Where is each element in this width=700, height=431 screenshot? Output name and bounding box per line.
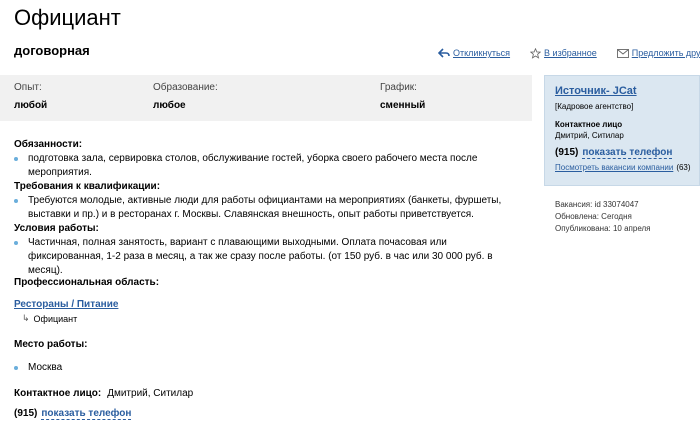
professional-area-link[interactable]: Рестораны / Питание <box>14 299 118 310</box>
vacancy-actions: Откликнуться В избранное Предложить друг… <box>438 46 700 60</box>
vacancy-info: Вакансия: id 33074047 Обновлена: Сегодня… <box>555 199 651 235</box>
duties-heading: Обязанности: <box>14 139 83 150</box>
requirements-heading: Требования к квалификации: <box>14 181 161 192</box>
favorite-button[interactable]: В избранное <box>530 47 597 59</box>
list-item: Требуются молодые, активные люди для раб… <box>14 194 524 222</box>
share-label: Предложить другу <box>631 48 700 58</box>
card-contact-name: Дмитрий, Ситилар <box>555 131 624 140</box>
bullet-icon <box>14 366 18 370</box>
card-phone: (915) показать телефон <box>555 147 673 159</box>
page-title: Официант <box>14 5 121 30</box>
star-icon <box>530 47 542 59</box>
conditions-heading: Условия работы: <box>14 223 99 234</box>
envelope-icon <box>616 48 629 58</box>
reply-arrow-icon <box>438 48 450 58</box>
list-item: Москва <box>14 361 214 375</box>
education-value: любое <box>153 100 186 111</box>
card-contact-label: Контактное лицо <box>555 120 623 129</box>
bullet-icon <box>14 157 18 161</box>
contact-person: Контактное лицо: Дмитрий, Ситилар <box>14 388 193 399</box>
card-show-phone-link[interactable]: показать телефон <box>582 147 673 159</box>
vacancy-meta: Опыт: любой Образование: любое График: с… <box>0 75 532 121</box>
professional-area-heading: Профессиональная область: <box>14 277 160 288</box>
employer-name-link[interactable]: Источник- JCat <box>555 85 637 97</box>
schedule-label: График: <box>380 82 417 93</box>
card-vacancies: Посмотреть вакансии компании (63) <box>555 163 691 172</box>
favorite-label: В избранное <box>544 48 597 58</box>
updated-date: Обновлена: Сегодня <box>555 212 632 221</box>
show-phone-link[interactable]: показать телефон <box>41 408 132 420</box>
card-phone-code: (915) <box>555 147 579 158</box>
duty-text: подготовка зала, сервировка столов, обсл… <box>28 153 478 178</box>
experience-value: любой <box>14 100 48 111</box>
contact-name: Дмитрий, Ситилар <box>107 388 194 399</box>
phone-code: (915) <box>14 408 38 419</box>
requirement-text: Требуются молодые, активные люди для раб… <box>28 195 502 220</box>
respond-button[interactable]: Откликнуться <box>438 48 510 58</box>
bullet-icon <box>14 241 18 245</box>
condition-text: Частичная, полная занятость, вариант с п… <box>28 237 493 276</box>
contact-phone: (915) показать телефон <box>14 408 132 420</box>
employer-type: [Кадровое агентство] <box>555 102 634 111</box>
education-label: Образование: <box>153 82 218 93</box>
contact-label: Контактное лицо: <box>14 388 102 399</box>
employer-card: Источник- JCat [Кадровое агентство] Конт… <box>544 75 700 186</box>
experience-label: Опыт: <box>14 82 42 93</box>
list-item: Частичная, полная занятость, вариант с п… <box>14 236 524 278</box>
vacancy-id: Вакансия: id 33074047 <box>555 200 639 209</box>
share-button[interactable]: Предложить другу <box>616 48 700 58</box>
city-text: Москва <box>28 362 63 373</box>
return-arrow-icon: ↳ <box>22 313 30 323</box>
company-vacancies-count: (63) <box>676 163 691 172</box>
salary: договорная <box>14 43 90 58</box>
company-vacancies-link[interactable]: Посмотреть вакансии компании <box>555 163 673 172</box>
list-item: подготовка зала, сервировка столов, обсл… <box>14 152 524 180</box>
location-heading: Место работы: <box>14 339 88 350</box>
schedule-value: сменный <box>380 100 426 111</box>
subarea-label: Официант <box>33 313 78 324</box>
professional-subarea: ↳ Официант <box>22 313 77 324</box>
vacancy-description: Обязанности: подготовка зала, сервировка… <box>14 138 524 278</box>
published-date: Опубликована: 10 апреля <box>555 224 651 233</box>
bullet-icon <box>14 199 18 203</box>
respond-label: Откликнуться <box>453 48 511 58</box>
